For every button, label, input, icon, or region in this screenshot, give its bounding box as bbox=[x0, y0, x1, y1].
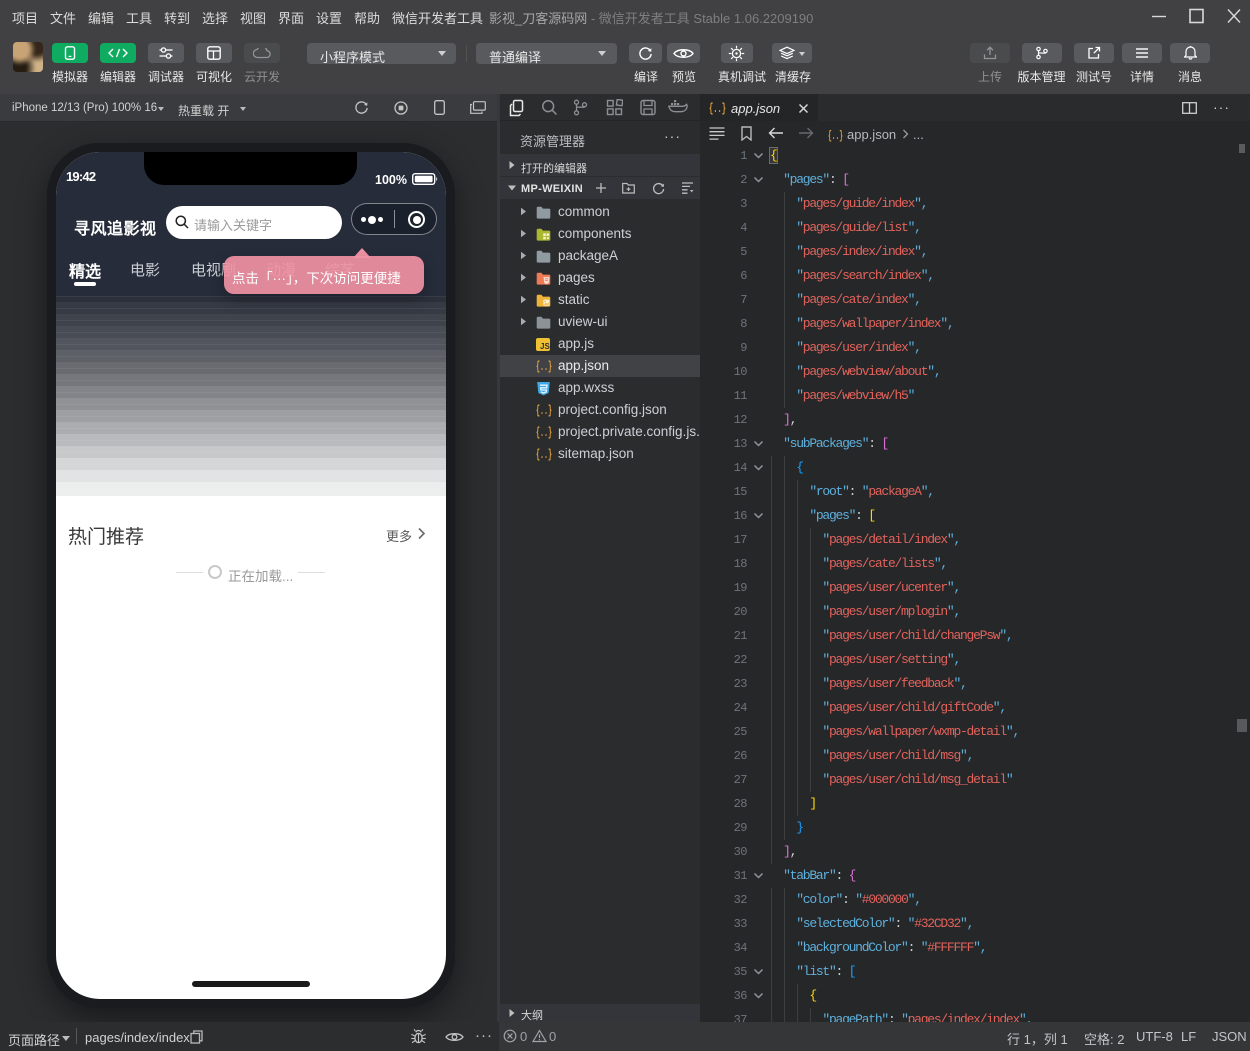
svg-text:{..}: {..} bbox=[536, 403, 552, 417]
svg-text:{..}: {..} bbox=[828, 129, 843, 142]
svg-text:{..}: {..} bbox=[536, 447, 552, 461]
svg-text:{..}: {..} bbox=[709, 101, 726, 115]
svg-text:{..}: {..} bbox=[536, 359, 552, 373]
svg-text:{..}: {..} bbox=[536, 425, 552, 439]
